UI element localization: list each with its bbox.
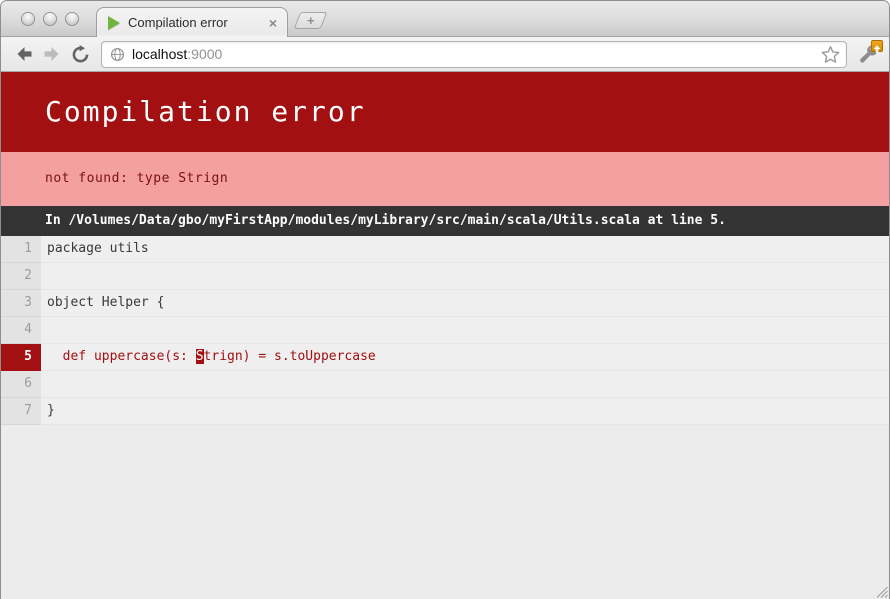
- line-code: [41, 371, 47, 397]
- code-line: 1 package utils: [1, 236, 889, 263]
- update-badge-icon: [871, 40, 883, 52]
- plus-icon: +: [307, 14, 315, 27]
- line-code: }: [41, 398, 55, 424]
- resize-grip-icon[interactable]: [873, 583, 888, 598]
- line-code: [41, 317, 47, 343]
- navigation-toolbar: localhost:9000: [1, 37, 889, 72]
- line-number: 7: [1, 398, 41, 425]
- line-number: 2: [1, 263, 41, 290]
- play-framework-favicon-icon: [108, 16, 120, 30]
- code-line: 6: [1, 371, 889, 398]
- new-tab-button[interactable]: +: [294, 12, 328, 29]
- address-bar[interactable]: localhost:9000: [101, 41, 847, 68]
- url-host: localhost: [132, 46, 187, 62]
- line-number: 6: [1, 371, 41, 398]
- page-title: Compilation error: [1, 72, 889, 152]
- url-text: localhost:9000: [132, 46, 821, 62]
- code-line: 3 object Helper {: [1, 290, 889, 317]
- code-listing: 1 package utils 2 3 object Helper { 4 5 …: [1, 236, 889, 425]
- error-marker: S: [196, 349, 204, 364]
- code-line: 7 }: [1, 398, 889, 425]
- line-number: 1: [1, 236, 41, 263]
- forward-button[interactable]: [39, 41, 65, 67]
- browser-window: Compilation error × +: [0, 0, 890, 599]
- line-code: package utils: [41, 236, 149, 262]
- forward-arrow-icon: [42, 44, 62, 64]
- line-code: object Helper {: [41, 290, 164, 316]
- minimize-window-button[interactable]: [43, 12, 57, 26]
- code-after-marker: trign) = s.toUppercase: [204, 349, 376, 364]
- line-number: 5: [1, 344, 41, 371]
- globe-icon: [110, 47, 125, 62]
- zoom-window-button[interactable]: [65, 12, 79, 26]
- url-port: :9000: [187, 46, 222, 62]
- bookmark-star-icon[interactable]: [821, 45, 840, 64]
- back-arrow-icon: [14, 44, 34, 64]
- source-location: In /Volumes/Data/gbo/myFirstApp/modules/…: [1, 206, 889, 236]
- line-number: 4: [1, 317, 41, 344]
- browser-tab[interactable]: Compilation error ×: [96, 7, 288, 37]
- line-code: [41, 263, 47, 289]
- tab-title: Compilation error: [128, 15, 267, 30]
- line-number: 3: [1, 290, 41, 317]
- code-before-marker: def uppercase(s:: [47, 349, 196, 364]
- close-tab-icon[interactable]: ×: [267, 16, 279, 30]
- code-line: 2: [1, 263, 889, 290]
- titlebar: Compilation error × +: [1, 1, 889, 37]
- window-controls: [21, 12, 79, 26]
- code-line-error: 5 def uppercase(s: Strign) = s.toUpperca…: [1, 344, 889, 371]
- line-code: def uppercase(s: Strign) = s.toUppercase: [41, 344, 376, 370]
- back-button[interactable]: [11, 41, 37, 67]
- page-content: Compilation error not found: type Strign…: [1, 72, 889, 599]
- code-line: 4: [1, 317, 889, 344]
- reload-button[interactable]: [67, 41, 93, 67]
- close-window-button[interactable]: [21, 12, 35, 26]
- error-message: not found: type Strign: [1, 152, 889, 206]
- reload-icon: [71, 45, 90, 64]
- menu-button[interactable]: [855, 41, 881, 67]
